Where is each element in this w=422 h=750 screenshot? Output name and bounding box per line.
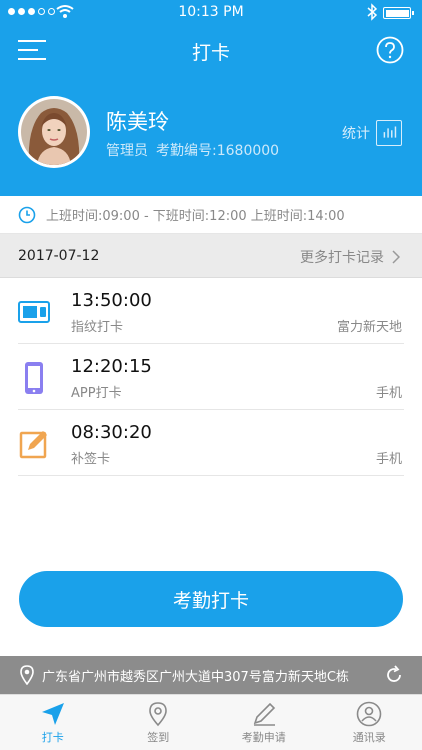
help-icon[interactable]	[376, 36, 404, 64]
tab-label: 通讯录	[352, 731, 386, 744]
chevron-right-icon	[392, 250, 400, 264]
record-row[interactable]: 12:20:15 APP打卡 手机	[18, 344, 404, 410]
user-meta: 管理员 考勤编号:1680000	[106, 140, 279, 160]
bar-chart-icon	[376, 120, 402, 146]
location-bar: 广东省广州市越秀区广州大道中307号富力新天地C栋	[0, 656, 422, 694]
tab-attendance-request[interactable]: 考勤申请	[211, 695, 317, 750]
tab-label: 打卡	[41, 731, 64, 744]
stats-label: 统计	[342, 126, 370, 142]
record-time: 08:30:20	[71, 422, 152, 443]
tab-punch[interactable]: 打卡	[0, 695, 106, 750]
record-type: 指纹打卡	[71, 320, 124, 335]
record-time: 12:20:15	[71, 356, 152, 377]
stats-button[interactable]: 统计	[342, 120, 402, 146]
record-location: 手机	[375, 386, 402, 401]
status-time: 10:13 PM	[178, 4, 244, 20]
record-location: 手机	[375, 452, 402, 467]
tab-contacts[interactable]: 通讯录	[317, 695, 422, 750]
more-records-link[interactable]: 更多打卡记录	[300, 247, 400, 267]
shift-times-bar: 上班时间:09:00 - 下班时间:12:00 上班时间:14:00	[0, 196, 422, 234]
more-records-label: 更多打卡记录	[300, 250, 384, 266]
records-header: 2017-07-12 更多打卡记录	[0, 234, 422, 278]
tab-checkin[interactable]: 签到	[106, 695, 212, 750]
avatar[interactable]	[18, 96, 90, 168]
location-pin-icon	[149, 702, 168, 727]
navigate-arrow-icon	[41, 703, 64, 725]
punch-in-button[interactable]: 考勤打卡	[19, 571, 403, 627]
tab-label: 签到	[147, 731, 170, 744]
record-row[interactable]: 08:30:20 补签卡 手机	[18, 410, 404, 476]
records-date: 2017-07-12	[18, 248, 100, 264]
tab-label: 考勤申请	[241, 731, 286, 744]
record-type: 补签卡	[71, 452, 111, 467]
contact-icon	[356, 701, 382, 727]
location-pin-icon	[20, 665, 34, 685]
pencil-icon	[253, 702, 275, 726]
status-bar: 10:13 PM	[0, 0, 422, 26]
current-address: 广东省广州市越秀区广州大道中307号富力新天地C栋	[42, 669, 349, 685]
records-list: 13:50:00 指纹打卡 富力新天地 12:20:15 APP打卡 手机 08…	[18, 278, 404, 476]
user-role: 管理员	[106, 143, 148, 159]
tab-bar: 打卡 签到 考勤申请 通讯录	[0, 694, 422, 750]
record-location: 富力新天地	[336, 320, 402, 335]
refresh-icon[interactable]	[384, 665, 404, 685]
shift-times: 上班时间:09:00 - 下班时间:12:00 上班时间:14:00	[46, 209, 345, 224]
user-name: 陈美玲	[106, 110, 169, 134]
phone-icon	[25, 362, 43, 394]
record-time: 13:50:00	[71, 290, 152, 311]
profile-header: 陈美玲 管理员 考勤编号:1680000 统计	[0, 74, 422, 196]
bluetooth-icon	[367, 3, 378, 21]
edit-icon	[19, 431, 47, 459]
page-title: 打卡	[191, 42, 230, 64]
battery-icon	[383, 7, 414, 19]
record-row[interactable]: 13:50:00 指纹打卡 富力新天地	[18, 278, 404, 344]
fingerprint-device-icon	[18, 301, 50, 323]
employee-id: 考勤编号:1680000	[156, 143, 280, 159]
clock-icon	[18, 206, 36, 223]
record-type: APP打卡	[71, 386, 122, 401]
nav-bar: 打卡	[0, 26, 422, 74]
